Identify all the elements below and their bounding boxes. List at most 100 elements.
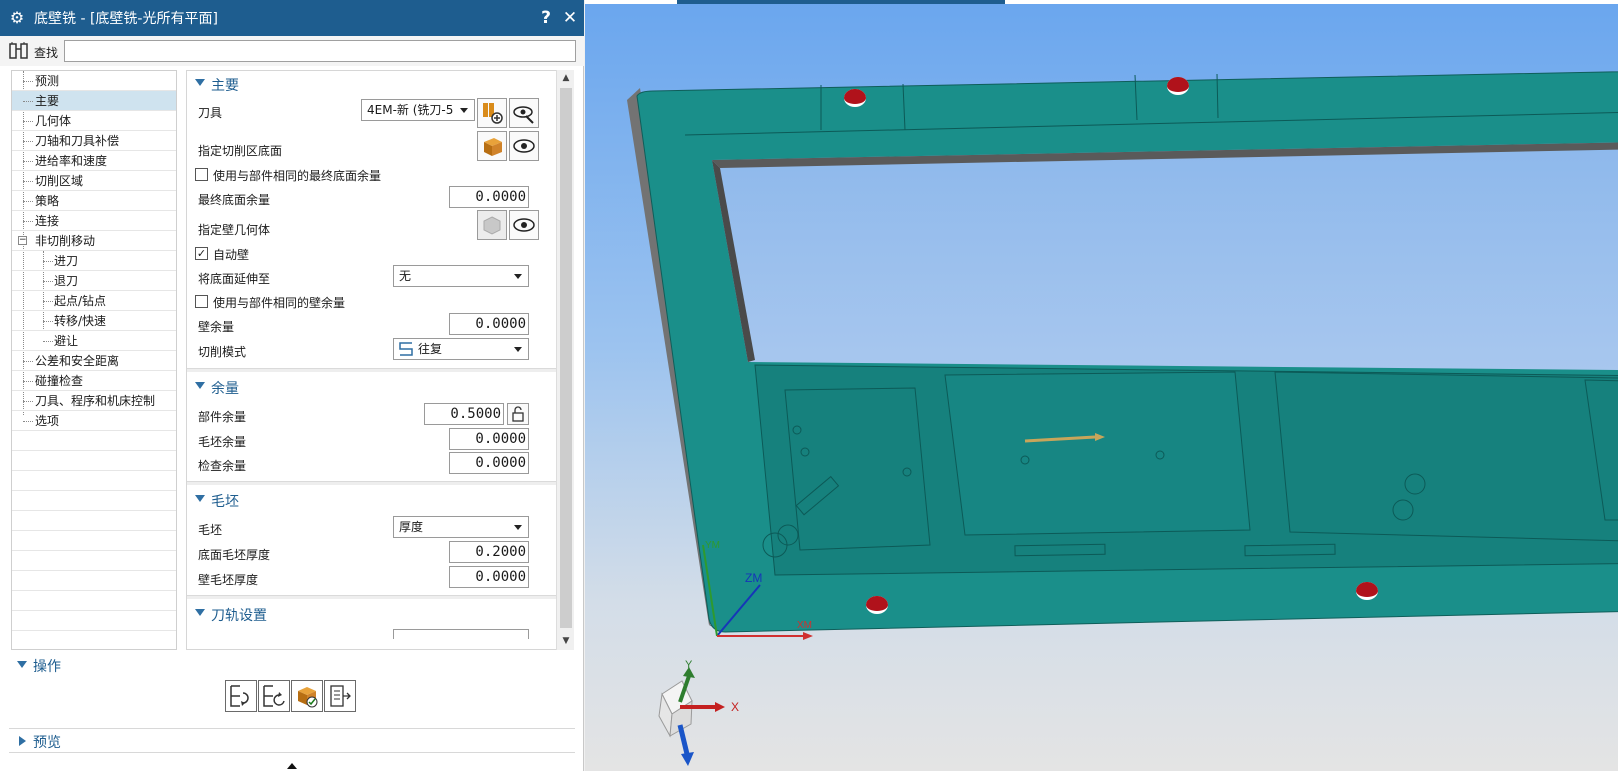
- tree-empty-row: [12, 531, 176, 551]
- list-icon: [330, 685, 351, 707]
- tree-empty-row: [12, 591, 176, 611]
- tree-item-options[interactable]: 选项: [12, 411, 176, 431]
- tree-item-collision[interactable]: 碰撞检查: [12, 371, 176, 391]
- dialog-title: 底壁铣 - [底壁铣-光所有平面]: [34, 11, 218, 27]
- tree-item-transfer[interactable]: 转移/快速: [12, 311, 176, 331]
- tree-empty-row: [12, 551, 176, 571]
- tool-label: 刀具: [198, 106, 223, 120]
- display-wall-button[interactable]: [509, 210, 539, 240]
- view-triad: X Y: [658, 659, 739, 766]
- operations-title: 操作: [33, 659, 61, 675]
- section-stock-header[interactable]: 余量: [187, 376, 557, 398]
- tree-empty-row: [12, 511, 176, 531]
- floor-thickness-input[interactable]: 0.2000: [449, 541, 529, 563]
- wall-geom-icon: [483, 216, 501, 235]
- tree-item-machine-control[interactable]: 刀具、程序和机床控制: [12, 391, 176, 411]
- tree-empty-row: [12, 491, 176, 511]
- preview-section[interactable]: 预览: [9, 728, 575, 753]
- navigation-tree: 预测 主要 几何体 刀轴和刀具补偿 进给率和速度 切削区域 策略 连接 − 非切削…: [11, 70, 177, 650]
- generate-icon: [230, 685, 249, 707]
- use-part-floor-checkbox[interactable]: [195, 168, 208, 181]
- tree-empty-row: [12, 611, 176, 631]
- collapse-triangle-icon: [195, 382, 205, 389]
- auto-wall-checkbox[interactable]: ✓: [195, 247, 208, 260]
- resize-caret-icon[interactable]: [287, 763, 297, 769]
- extend-floor-label: 将底面延伸至: [198, 272, 271, 286]
- scroll-down-icon[interactable]: ▼: [561, 636, 571, 646]
- tree-item-strategy[interactable]: 策略: [12, 191, 176, 211]
- mounting-hole: [1356, 582, 1378, 600]
- use-part-wall-checkbox[interactable]: [195, 295, 208, 308]
- section-blank-header[interactable]: 毛坯: [187, 489, 557, 511]
- help-button[interactable]: ?: [536, 7, 556, 29]
- binoculars-icon: [8, 41, 32, 61]
- tree-item-feeds[interactable]: 进给率和速度: [12, 151, 176, 171]
- xm-label: XM: [797, 620, 812, 631]
- chevron-down-icon: [514, 347, 522, 352]
- tool-select[interactable]: 4EM-新 (铣刀-5: [361, 99, 475, 121]
- blank-type-select[interactable]: 厚度: [393, 516, 529, 538]
- new-tool-button[interactable]: [477, 98, 507, 128]
- tree-item-non-cutting[interactable]: − 非切削移动: [12, 231, 176, 251]
- mounting-hole: [844, 89, 866, 107]
- scroll-up-icon[interactable]: ▲: [561, 73, 571, 83]
- tree-item-tolerance[interactable]: 公差和安全距离: [12, 351, 176, 371]
- graphics-viewport[interactable]: ZM YM XM X Y: [585, 0, 1618, 771]
- part-stock-input[interactable]: 0.5000: [424, 403, 504, 425]
- center-pocket: [944, 371, 1251, 536]
- generate-button[interactable]: [225, 680, 257, 712]
- tree-item-avoid[interactable]: 避让: [12, 331, 176, 351]
- tree-item-main[interactable]: 主要: [12, 91, 176, 111]
- floor-thickness-label: 底面毛坯厚度: [198, 548, 271, 562]
- tree-item-engage[interactable]: 进刀: [12, 251, 176, 271]
- section-separator: [187, 368, 557, 372]
- display-floor-button[interactable]: [509, 131, 539, 161]
- edit-tool-button[interactable]: [509, 98, 539, 128]
- tree-item-geometry[interactable]: 几何体: [12, 111, 176, 131]
- triad-y-label: Y: [685, 659, 693, 671]
- find-row: 查找: [0, 36, 584, 66]
- auto-wall-label: 自动壁: [213, 248, 250, 262]
- wall-stock-input[interactable]: 0.0000: [449, 313, 529, 335]
- operation-dialog: ⚙ 底壁铣 - [底壁铣-光所有平面] ? ✕ 查找 预测 主要 几何体 刀轴和…: [0, 0, 584, 771]
- tree-item-cut-region[interactable]: 切削区域: [12, 171, 176, 191]
- final-floor-input[interactable]: 0.0000: [449, 186, 529, 208]
- use-part-wall-label: 使用与部件相同的壁余量: [213, 296, 346, 310]
- tree-item-start-drill[interactable]: 起点/钻点: [12, 291, 176, 311]
- tree-item-retract[interactable]: 退刀: [12, 271, 176, 291]
- lock-button[interactable]: [507, 403, 529, 425]
- collapse-triangle-icon[interactable]: [17, 661, 27, 668]
- tree-item-predict[interactable]: 预测: [12, 71, 176, 91]
- extend-floor-select[interactable]: 无: [393, 265, 529, 287]
- scroll-thumb[interactable]: [560, 88, 572, 628]
- display-icon: [513, 218, 535, 232]
- find-input[interactable]: [64, 40, 576, 62]
- part-model: ZM YM XM X Y: [585, 0, 1618, 766]
- ym-label: YM: [705, 540, 720, 551]
- select-floor-button[interactable]: [477, 131, 507, 161]
- section-main-header[interactable]: 主要: [187, 73, 557, 95]
- wall-thickness-input[interactable]: 0.0000: [449, 566, 529, 588]
- tree-item-tool-axis[interactable]: 刀轴和刀具补偿: [12, 131, 176, 151]
- cut-pattern-select[interactable]: 往复: [393, 338, 529, 360]
- list-button[interactable]: [324, 680, 356, 712]
- pane-scrollbar[interactable]: ▲ ▼: [556, 70, 574, 650]
- section-path-settings-header[interactable]: 刀轨设置: [187, 603, 557, 625]
- verify-button[interactable]: [291, 680, 323, 712]
- cut-pattern-label: 切削模式: [198, 345, 247, 359]
- gear-icon[interactable]: ⚙: [8, 9, 26, 27]
- blank-stock-input[interactable]: 0.0000: [449, 428, 529, 450]
- partial-dropdown[interactable]: [393, 629, 529, 639]
- collapse-toggle[interactable]: −: [18, 236, 27, 245]
- replay-button[interactable]: [258, 680, 290, 712]
- collapse-triangle-icon: [195, 79, 205, 86]
- tool-select-value: 4EM-新 (铣刀-5: [367, 103, 454, 117]
- close-button[interactable]: ✕: [560, 7, 580, 29]
- select-wall-button[interactable]: [477, 210, 507, 240]
- final-floor-label: 最终底面余量: [198, 193, 271, 207]
- check-stock-input[interactable]: 0.0000: [449, 452, 529, 474]
- display-icon: [513, 139, 535, 153]
- tree-item-connect[interactable]: 连接: [12, 211, 176, 231]
- wall-thickness-label: 壁毛坯厚度: [198, 573, 259, 587]
- cut-pattern-value: 往复: [418, 342, 443, 356]
